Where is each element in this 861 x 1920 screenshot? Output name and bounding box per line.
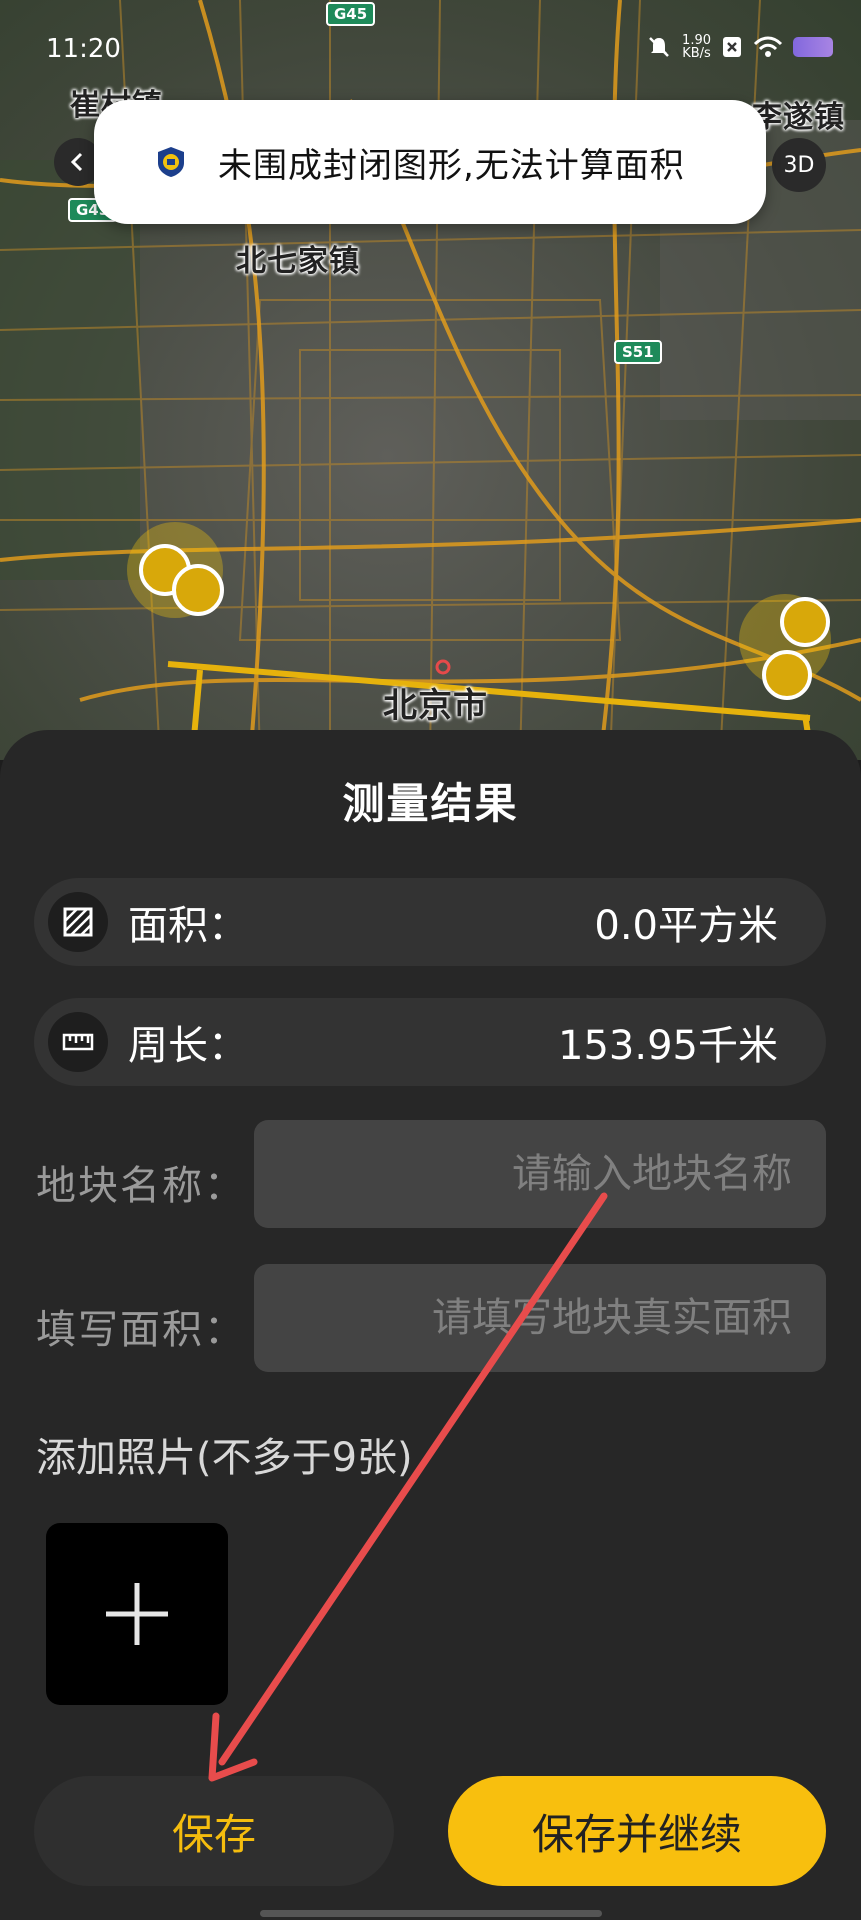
place-label-beijing: 北京市 (383, 686, 488, 726)
measurement-result-sheet: 测量结果 面积： 0.0平方米 周长： 153.95千米 地块名称： 填写面积：… (0, 730, 861, 1920)
road-shield-s51: S51 (614, 340, 662, 364)
status-icons: 1.90 KB/s (646, 34, 833, 60)
status-time: 11:20 (46, 34, 121, 64)
save-button[interactable]: 保存 (34, 1776, 394, 1886)
toast-notification: 未围成封闭图形,无法计算面积 (94, 100, 766, 224)
area-icon (48, 892, 108, 952)
area-row: 面积： 0.0平方米 (34, 878, 826, 966)
net-speed-unit: KB/s (682, 46, 711, 61)
net-speed: 1.90 KB/s (682, 34, 711, 60)
battery-icon (793, 37, 833, 57)
plus-icon (106, 1583, 168, 1645)
toggle-3d-button[interactable]: 3D (772, 138, 826, 192)
perimeter-label: 周长： (128, 1023, 248, 1069)
plot-name-label: 地块名称： (36, 1163, 246, 1209)
sheet-title: 测量结果 (342, 779, 519, 828)
area-value: 0.0平方米 (594, 903, 778, 949)
mute-bell-icon (649, 37, 669, 57)
home-indicator[interactable] (260, 1910, 602, 1917)
plot-name-input[interactable] (254, 1120, 826, 1228)
fill-area-label: 填写面积： (36, 1307, 246, 1353)
fill-area-input[interactable] (254, 1264, 826, 1372)
area-label: 面积： (128, 903, 248, 949)
toggle-3d-label: 3D (783, 152, 815, 178)
save-and-continue-button[interactable]: 保存并继续 (448, 1776, 826, 1886)
app-logo-icon (158, 147, 184, 177)
place-label-beiqijia: 北七家镇 (236, 244, 360, 279)
chevron-left-icon (70, 152, 83, 172)
perimeter-row: 周长： 153.95千米 (34, 998, 826, 1086)
status-bar: 11:20 1.90 KB/s (0, 0, 861, 100)
add-photo-label: 添加照片(不多于9张) (36, 1435, 413, 1481)
toast-message: 未围成封闭图形,无法计算面积 (218, 145, 685, 186)
perimeter-value: 153.95千米 (558, 1023, 778, 1069)
ruler-icon (48, 1012, 108, 1072)
add-photo-button[interactable] (46, 1523, 228, 1705)
wifi-icon (753, 36, 783, 57)
sim-off-icon (723, 37, 741, 57)
